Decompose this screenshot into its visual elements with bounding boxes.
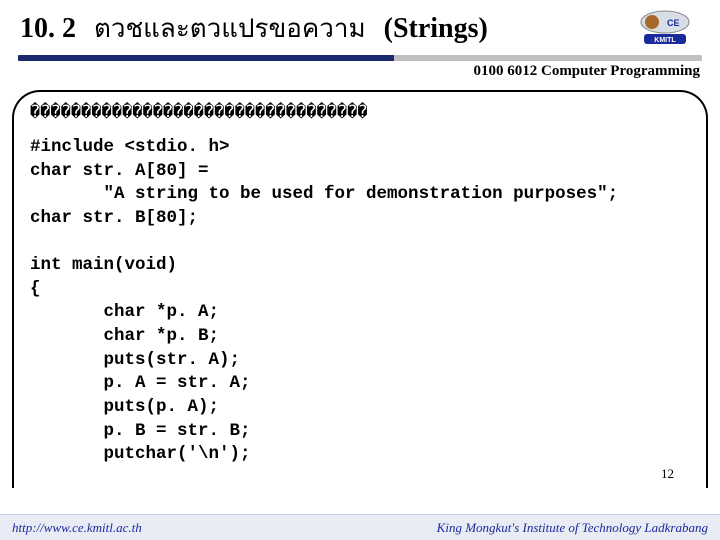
code-block: #include <stdio. h> char str. A[80] = "A… xyxy=(30,136,690,467)
page-number: 12 xyxy=(661,466,674,482)
section-title-thai: ตวชและตวแปรขอความ xyxy=(94,8,366,49)
title-group: 10. 2 ตวชและตวแปรขอความ (Strings) xyxy=(20,8,488,49)
svg-text:CE: CE xyxy=(667,18,680,28)
footer-institute: King Mongkut's Institute of Technology L… xyxy=(437,520,708,536)
slide-header: 10. 2 ตวชและตวแปรขอความ (Strings) CE KMI… xyxy=(0,0,720,53)
svg-text:KMITL: KMITL xyxy=(654,37,676,44)
placeholder-squares: ��������������������������������� xyxy=(30,102,690,122)
slide-footer: http://www.ce.kmitl.ac.th King Mongkut's… xyxy=(0,514,720,540)
section-title-english: (Strings) xyxy=(384,13,488,45)
section-number: 10. 2 xyxy=(20,13,76,45)
content-box: ��������������������������������� #inclu… xyxy=(12,90,708,488)
institute-logo: CE KMITL xyxy=(630,8,700,48)
footer-url: http://www.ce.kmitl.ac.th xyxy=(12,520,142,536)
course-code: 0100 6012 Computer Programming xyxy=(0,61,720,86)
